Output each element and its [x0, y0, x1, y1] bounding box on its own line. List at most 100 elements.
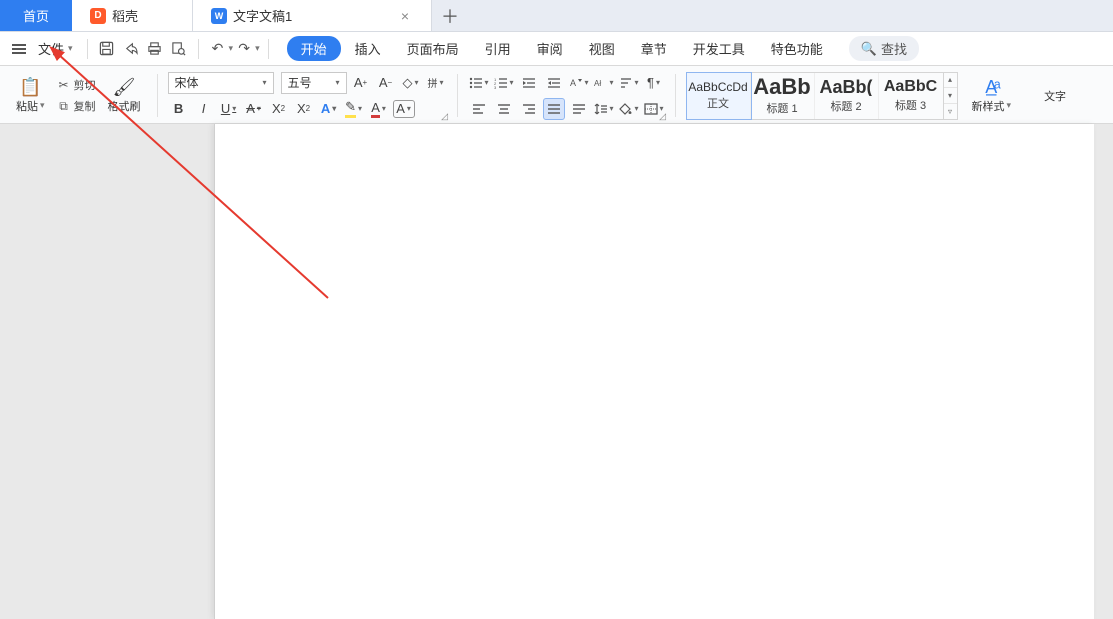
search-icon: 🔍	[861, 41, 877, 57]
font-size-value: 五号	[288, 74, 312, 91]
font-name-value: 宋体	[175, 74, 199, 91]
ribbon-tab-view[interactable]: 视图	[577, 34, 627, 63]
copy-button[interactable]: ⧉复制	[55, 97, 98, 115]
bold-button[interactable]: B	[168, 98, 190, 120]
paragraph-dialog-launcher[interactable]: ◿	[657, 110, 669, 122]
new-style-icon: A̲ͣ	[985, 78, 997, 96]
save-icon[interactable]	[96, 38, 118, 60]
file-menu[interactable]: 文件 ▾	[32, 35, 79, 62]
align-left-button[interactable]	[468, 98, 490, 120]
clear-format-button[interactable]: ◇	[400, 72, 422, 94]
group-clipboard: 📋 粘贴▾ ✂剪切 ⧉复制 🖌 格式刷	[4, 68, 153, 123]
ribbon-tab-review[interactable]: 审阅	[525, 34, 575, 63]
copy-icon: ⧉	[57, 99, 71, 114]
show-marks-button[interactable]: ¶	[643, 72, 665, 94]
align-justify-button[interactable]	[543, 98, 565, 120]
align-distribute-button[interactable]	[568, 98, 590, 120]
ribbon: 📋 粘贴▾ ✂剪切 ⧉复制 🖌 格式刷 宋体▾ 五号▾ A+ A− ◇	[0, 66, 1113, 124]
paste-button[interactable]: 📋 粘贴▾	[10, 76, 51, 116]
separator	[87, 39, 88, 59]
word-doc-icon: W	[211, 8, 227, 24]
new-tab-button[interactable]: ＋	[432, 0, 468, 31]
align-right-button[interactable]	[518, 98, 540, 120]
hamburger-menu-icon[interactable]	[8, 40, 30, 58]
ribbon-tab-developer[interactable]: 开发工具	[681, 34, 757, 63]
style-scroll-down[interactable]: ▾	[944, 87, 957, 103]
strike-button[interactable]: A	[243, 98, 265, 120]
grow-font-button[interactable]: A+	[350, 72, 372, 94]
style-normal[interactable]: AaBbCcDd 正文	[687, 73, 751, 119]
print-icon[interactable]	[144, 38, 166, 60]
document-workspace	[0, 124, 1113, 619]
svg-text:Ał: Ał	[594, 79, 601, 88]
line-spacing-button[interactable]	[593, 98, 615, 120]
bullets-button[interactable]	[468, 72, 490, 94]
cut-button[interactable]: ✂剪切	[55, 76, 98, 94]
font-color-button[interactable]: A	[368, 98, 390, 120]
subscript-button[interactable]: X2	[293, 98, 315, 120]
text-tools-label: 文字	[1044, 88, 1066, 104]
font-size-combo[interactable]: 五号▾	[281, 72, 347, 94]
ribbon-tab-chapter[interactable]: 章节	[629, 34, 679, 63]
group-font: 宋体▾ 五号▾ A+ A− ◇ 拼 B I U A X2 X2 A ✎ A	[162, 68, 453, 123]
text-tools-button[interactable]: 文字	[1038, 86, 1072, 106]
format-painter-button[interactable]: 🖌 格式刷	[102, 76, 147, 116]
document-page[interactable]	[214, 124, 1094, 619]
superscript-button[interactable]: X2	[268, 98, 290, 120]
close-icon[interactable]: ×	[397, 8, 413, 24]
separator	[268, 39, 269, 59]
style-heading1[interactable]: AaBb 标题 1	[751, 73, 815, 119]
increase-indent-button[interactable]	[543, 72, 565, 94]
window-tabs: 首页 D 稻壳 W 文字文稿1 × ＋	[0, 0, 1113, 32]
shrink-font-button[interactable]: A−	[375, 72, 397, 94]
char-shading-button[interactable]: A	[393, 100, 415, 118]
tab-home[interactable]: 首页	[0, 0, 72, 31]
ribbon-tabs: 开始 插入 页面布局 引用 审阅 视图 章节 开发工具 特色功能	[287, 34, 835, 63]
style-heading2[interactable]: AaBb( 标题 2	[815, 73, 879, 119]
tab-home-label: 首页	[23, 6, 49, 25]
align-center-button[interactable]	[493, 98, 515, 120]
shading-button[interactable]	[618, 98, 640, 120]
decrease-indent-button[interactable]	[518, 72, 540, 94]
docke-icon: D	[90, 8, 106, 24]
italic-button[interactable]: I	[193, 98, 215, 120]
highlight-button[interactable]: ✎	[343, 98, 365, 120]
ribbon-tab-references[interactable]: 引用	[473, 34, 523, 63]
menu-bar: 文件 ▾ ↶ ▾ ↷ ▾ 开始 插入 页面布局 引用 审阅 视图 章节 开发工具…	[0, 32, 1113, 66]
tab-docke[interactable]: D 稻壳	[72, 0, 192, 31]
style-scroll-more[interactable]: ▿	[944, 103, 957, 119]
text-effects-button[interactable]: A	[318, 98, 340, 120]
style-gallery: AaBbCcDd 正文 AaBb 标题 1 AaBb( 标题 2 AaBbC 标…	[686, 72, 958, 120]
redo-button[interactable]: ↷	[233, 38, 255, 60]
style-heading3[interactable]: AaBbC 标题 3	[879, 73, 943, 119]
separator	[198, 39, 199, 59]
redo-dropdown[interactable]: ▾	[255, 43, 260, 54]
ribbon-tab-start[interactable]: 开始	[287, 36, 341, 61]
search-button[interactable]: 🔍 查找	[849, 36, 919, 61]
file-menu-label: 文件	[38, 39, 64, 58]
group-paragraph: 123 A Ał ¶	[462, 68, 671, 123]
ribbon-tab-insert[interactable]: 插入	[343, 34, 393, 63]
pinyin-guide-button[interactable]: 拼	[425, 72, 447, 94]
font-name-combo[interactable]: 宋体▾	[168, 72, 274, 94]
new-style-button[interactable]: A̲ͣ 新样式▾	[966, 76, 1018, 116]
text-direction-button[interactable]: A	[568, 72, 590, 94]
underline-button[interactable]: U	[218, 98, 240, 120]
ribbon-tab-features[interactable]: 特色功能	[759, 34, 835, 63]
numbering-button[interactable]: 123	[493, 72, 515, 94]
tab-document[interactable]: W 文字文稿1 ×	[192, 0, 432, 31]
separator	[157, 74, 158, 117]
format-painter-label: 格式刷	[108, 98, 141, 114]
print-preview-icon[interactable]	[168, 38, 190, 60]
ribbon-tab-layout[interactable]: 页面布局	[395, 34, 471, 63]
align-objects-button[interactable]: Ał	[593, 72, 615, 94]
sort-button[interactable]	[618, 72, 640, 94]
separator	[457, 74, 458, 117]
style-gallery-scroller: ▴ ▾ ▿	[943, 73, 957, 119]
svg-text:A: A	[570, 78, 576, 88]
style-scroll-up[interactable]: ▴	[944, 73, 957, 88]
undo-button[interactable]: ↶	[207, 38, 229, 60]
share-icon[interactable]	[120, 38, 142, 60]
tab-document-label: 文字文稿1	[233, 6, 292, 25]
font-dialog-launcher[interactable]: ◿	[439, 110, 451, 122]
